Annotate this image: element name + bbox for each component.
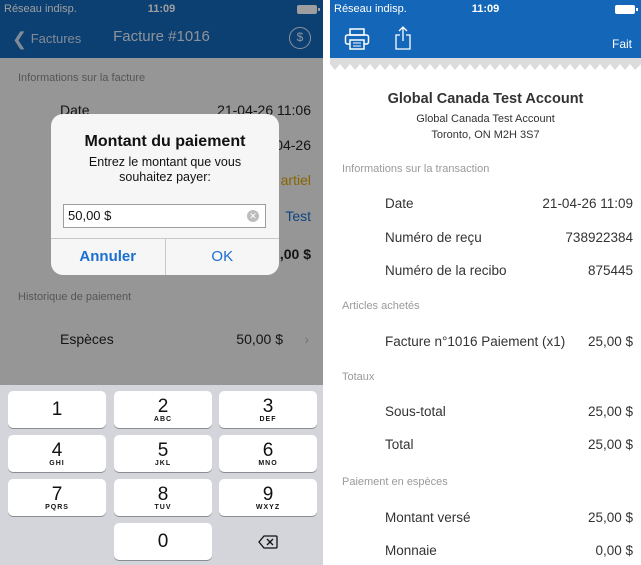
right-screen: Réseau indisp. 11:09 Fait Global Canada … [330,0,641,565]
key-letters: DEF [259,416,277,423]
left-screen: Réseau indisp. 11:09 ❮ Factures Facture … [0,0,323,565]
payment-amount-dialog: Montant du paiement Entrez le montant qu… [51,114,279,275]
amount-input[interactable]: 50,00 $ ✕ [63,204,266,228]
business-line1: Global Canada Test Account [416,113,555,125]
done-button[interactable]: Fait [612,37,632,51]
key-2[interactable]: 2 ABC [114,391,212,428]
key-letters: GHI [49,460,65,467]
row-value: 738922384 [565,230,633,245]
backspace-icon [258,535,278,549]
row-label: Numéro de la recibo [385,263,507,278]
totals-header: Totaux [342,371,375,383]
battery-icon [615,5,638,14]
receipt-row: Sous-total 25,00 $ [385,404,633,419]
receipt-row: Date 21-04-26 11:09 [385,196,633,211]
receipt-row: Montant versé 25,00 $ [385,510,633,525]
receipt-row: Numéro de la recibo 875445 [385,263,633,278]
key-letters: JKL [154,460,172,467]
key-4[interactable]: 4 GHI [8,435,106,472]
business-name: Global Canada Test Account [387,91,584,107]
key-number: 4 [51,440,63,461]
row-label: Sous-total [385,404,446,419]
key-number: 0 [157,531,169,552]
row-label: Facture n°1016 Paiement (x1) [385,334,566,349]
key-number: 3 [262,396,274,417]
status-bar: Réseau indisp. 11:09 [330,0,641,18]
key-number: 1 [51,399,63,420]
row-label: Numéro de reçu [385,230,482,245]
cash-header: Paiement en espèces [342,476,448,488]
key-letters: TUV [154,504,172,511]
numeric-keyboard: 1 2 ABC 3 DEF 4 GHI 5 JKL 6 MNO 7 PQRS 8 TUV 9W… [0,385,323,565]
key-letters: ABC [153,416,173,423]
row-label: Montant versé [385,510,471,525]
key-9[interactable]: 9 WXYZ [219,479,317,516]
key-number: 7 [51,484,63,505]
clear-icon[interactable]: ✕ [247,210,259,222]
row-value: 0,00 $ [595,543,633,558]
dialog-title: Montant du paiement [84,133,246,150]
receipt-row: Monnaie 0,00 $ [385,543,633,558]
row-label: Monnaie [385,543,437,558]
ok-button[interactable]: OK [166,239,280,275]
key-letters: WXYZ [255,504,281,511]
cancel-button[interactable]: Annuler [51,239,166,275]
transaction-header: Informations sur la transaction [342,163,490,175]
receipt-row: Numéro de reçu 738922384 [385,230,633,245]
key-3[interactable]: 3 DEF [219,391,317,428]
receipt-row: Total 25,00 $ [385,437,633,452]
row-value: 875445 [587,263,633,278]
row-value: 25,00 $ [587,334,633,349]
share-icon[interactable] [394,26,412,50]
key-6[interactable]: 6 MNO [219,435,317,472]
key-1[interactable]: 1 [8,391,106,428]
key-letters: MNO [258,460,278,467]
business-line2: Toronto, ON M2H 3S7 [431,129,540,141]
key-number: 8 [157,484,169,505]
status-time: 11:09 [471,3,500,15]
dim-overlay-top [0,0,323,58]
row-value: 25,00 $ [587,510,633,525]
dialog-buttons: Annuler OK [51,238,279,275]
key-0[interactable]: 0 [114,523,212,560]
amount-input-value: 50,00 $ [68,208,112,223]
receipt-edge [330,58,641,70]
row-label: Date [385,196,414,211]
printer-icon[interactable] [344,28,370,50]
key-7[interactable]: 7 PQRS [8,479,106,516]
items-header: Articles achetés [342,300,420,312]
key-number: 6 [262,440,274,461]
key-8[interactable]: 8 TUV [114,479,212,516]
delete-key[interactable] [219,523,317,560]
key-5[interactable]: 5 JKL [114,435,212,472]
row-value: 25,00 $ [587,437,633,452]
key-letters: PQRS [45,504,69,511]
dialog-message: Entrez le montant que vous souhaitez pay… [88,155,242,184]
row-label: Total [385,437,414,452]
row-value: 25,00 $ [587,404,633,419]
row-value: 21-04-26 11:09 [542,196,633,211]
nav-bar: Fait [330,18,641,58]
key-number: 5 [157,440,169,461]
key-number: 2 [157,396,169,417]
receipt-row: Facture n°1016 Paiement (x1) 25,00 $ [385,334,633,349]
key-number: 9 [262,484,274,505]
